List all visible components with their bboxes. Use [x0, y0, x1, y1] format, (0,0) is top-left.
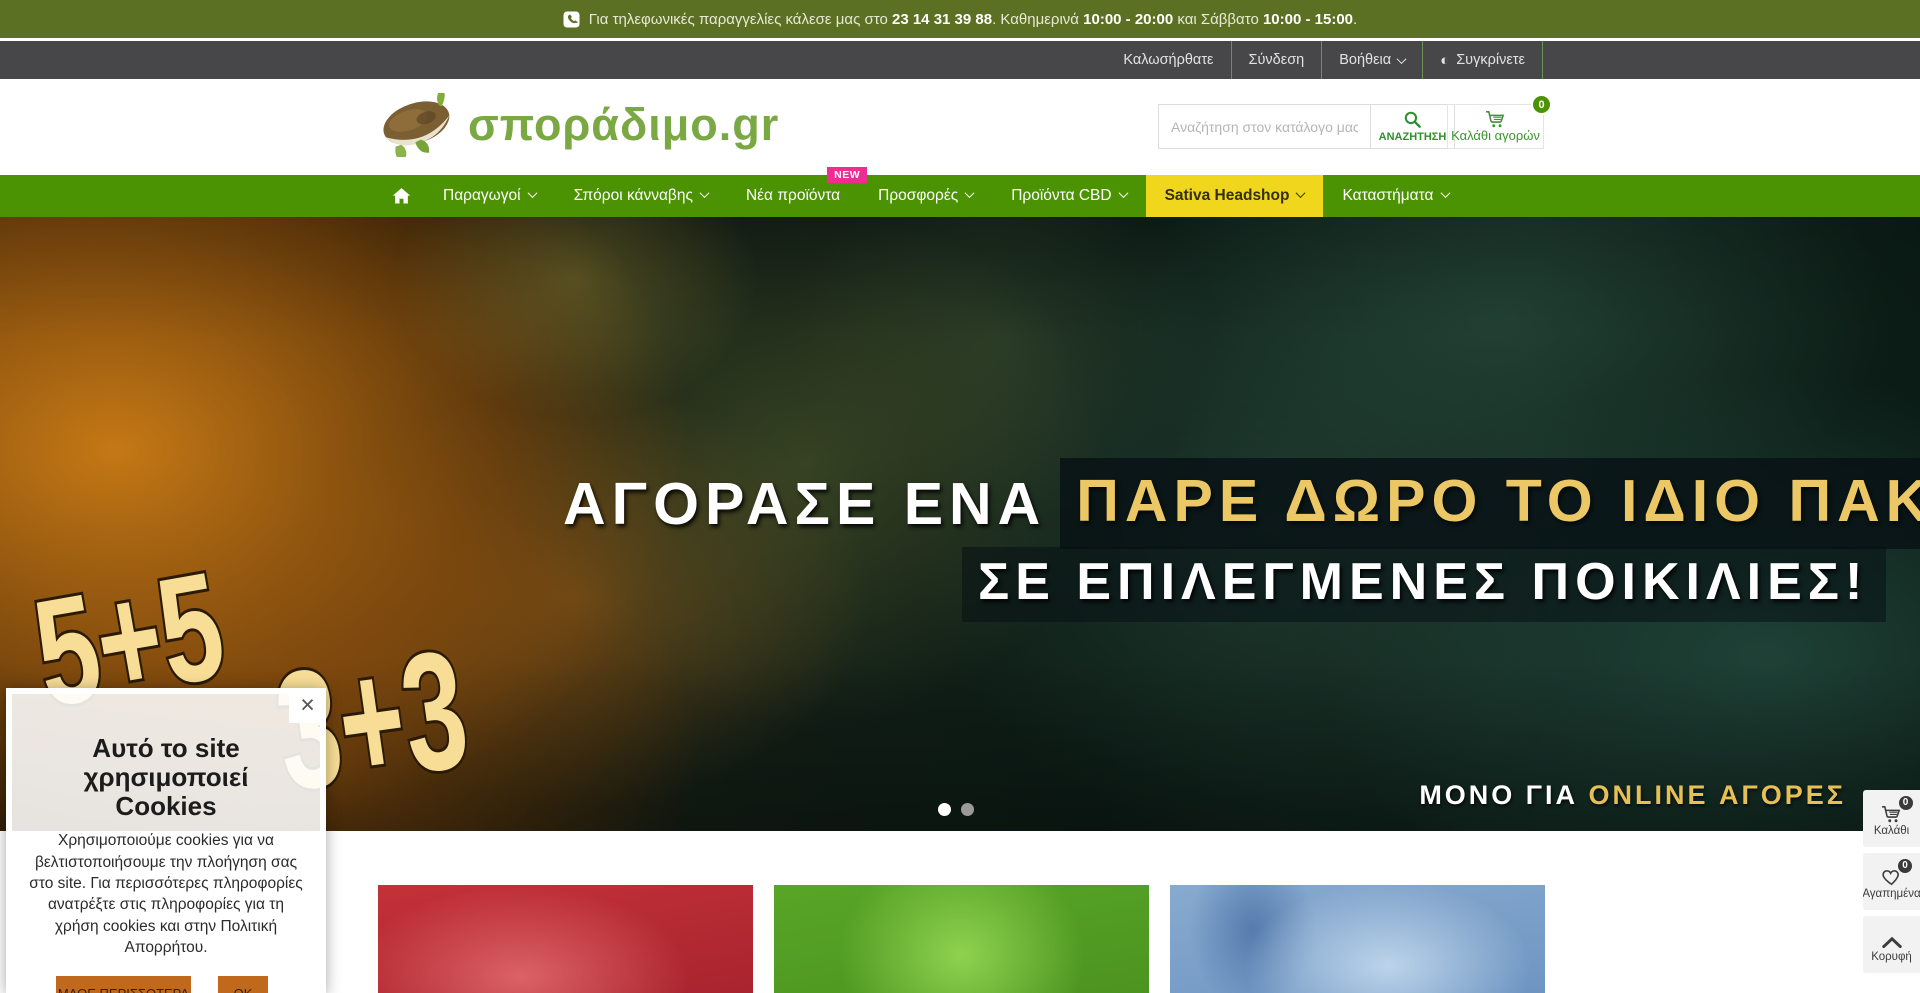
cart-count-badge: 0: [1531, 94, 1552, 115]
cart-icon: [1485, 110, 1507, 128]
phone-icon: [563, 11, 580, 28]
scroll-to-top-button[interactable]: Κορυφή: [1863, 916, 1920, 973]
chevron-down-icon: [1440, 188, 1450, 198]
carousel-dot-2[interactable]: [961, 803, 974, 816]
chevron-down-icon: [527, 188, 537, 198]
topbar-text: Για τηλεφωνικές παραγγελίες κάλεσε μας σ…: [589, 11, 1357, 28]
nav-item-cbd-products[interactable]: Προϊόντα CBD: [992, 175, 1145, 217]
nav-item-producers[interactable]: Παραγωγοί: [424, 175, 555, 217]
floating-wishlist-button[interactable]: 0 Αγαπημένα: [1863, 853, 1920, 910]
cookie-body: Χρησιμοποιούμε cookies για να βελτιστοπο…: [12, 830, 320, 958]
search-button[interactable]: ΑΝΑΖΗΤΗΣΗ: [1371, 104, 1455, 149]
nav-item-cannabis-seeds[interactable]: Σπόροι κάνναβης: [555, 175, 727, 217]
chevron-down-icon: [1397, 54, 1407, 64]
chevron-down-icon: [700, 188, 710, 198]
heart-icon: 0: [1881, 864, 1902, 886]
chevron-down-icon: [1118, 188, 1128, 198]
saturday-hours: 10:00 - 15:00: [1263, 11, 1353, 28]
floating-panel: 0 Καλάθι 0 Αγαπημένα Κορυφή: [1863, 790, 1920, 973]
cookie-buttons: ΜΑΘΕ ΠΕΡΙΣΣΟΤΕΡΑ ΟΚ: [56, 976, 320, 993]
floating-wishlist-label: Αγαπημένα: [1863, 888, 1920, 900]
hero-note: ΜΟΝΟ ΓΙΑ ONLINE ΑΓΟΡΕΣ: [1419, 780, 1846, 811]
welcome-link[interactable]: Καλωσήρθατε: [1106, 41, 1230, 79]
header: σποράδιμο.gr ΑΝΑΖΗΤΗΣΗ Καλάθι αγορών 0: [0, 79, 1920, 175]
phone-number: 23 14 31 39 88: [892, 11, 992, 28]
page: Για τηλεφωνικές παραγγελίες κάλεσε μας σ…: [0, 0, 1920, 993]
weekday-hours: 10:00 - 20:00: [1083, 11, 1173, 28]
cart-label: Καλάθι αγορών: [1451, 128, 1540, 143]
nav-item-offers[interactable]: Προσφορές: [859, 175, 992, 217]
scroll-top-label: Κορυφή: [1871, 951, 1912, 963]
hero-subheadline: ΣΕ ΕΠΙΛΕΓΜΕΝΕΣ ΠΟΙΚΙΛΙΕΣ!: [962, 547, 1886, 622]
cart-icon: 0: [1881, 801, 1903, 823]
seed-logo-icon: [376, 93, 458, 157]
category-tile-blue[interactable]: [1170, 885, 1545, 993]
cookie-popup: × Αυτό το site χρησιμοποιεί Cookies Χρησ…: [6, 688, 326, 993]
category-tile-green[interactable]: [774, 885, 1149, 993]
top-info-bar: Για τηλεφωνικές παραγγελίες κάλεσε μας σ…: [0, 0, 1920, 41]
carousel-dots: [938, 803, 974, 816]
learn-more-button[interactable]: ΜΑΘΕ ΠΕΡΙΣΣΟΤΕΡΑ: [56, 976, 191, 993]
cookie-title: Αυτό το site χρησιμοποιεί Cookies: [12, 734, 320, 821]
floating-cart-label: Καλάθι: [1874, 825, 1909, 837]
login-link[interactable]: Σύνδεση: [1231, 41, 1322, 79]
nav-home-button[interactable]: [378, 175, 424, 217]
compare-link[interactable]: ◐Συγκρίνετε: [1422, 41, 1543, 79]
floating-wishlist-count: 0: [1896, 857, 1914, 875]
carousel-dot-1[interactable]: [938, 803, 951, 816]
search-input[interactable]: [1158, 104, 1371, 149]
compare-icon: ◐: [1440, 53, 1449, 68]
nav-item-stores[interactable]: Καταστήματα: [1323, 175, 1467, 217]
nav-item-new-products[interactable]: Νέα προϊόνταNEW: [727, 175, 859, 217]
home-icon: [392, 187, 411, 205]
chevron-down-icon: [965, 188, 975, 198]
category-tile-red[interactable]: [378, 885, 753, 993]
hero-headline: ΑΓΟΡΑΣΕ ΕΝΑΠΑΡΕ ΔΩΡΟ ΤΟ ΙΔΙΟ ΠΑΚΕΤΟ: [563, 458, 1920, 549]
floating-cart-button[interactable]: 0 Καλάθι: [1863, 790, 1920, 847]
category-tiles: [378, 885, 1545, 993]
site-logo[interactable]: σποράδιμο.gr: [376, 93, 779, 157]
floating-cart-count: 0: [1897, 794, 1915, 812]
ok-button[interactable]: ΟΚ: [218, 976, 268, 993]
search-bar: ΑΝΑΖΗΤΗΣΗ: [1158, 104, 1455, 149]
help-menu[interactable]: Βοήθεια: [1321, 41, 1422, 79]
chevron-down-icon: [1296, 188, 1306, 198]
cart-button[interactable]: Καλάθι αγορών 0: [1447, 104, 1544, 149]
close-icon[interactable]: ×: [289, 688, 326, 723]
chevron-up-icon: [1881, 927, 1903, 949]
main-nav: Παραγωγοί Σπόροι κάνναβης Νέα προϊόνταNE…: [0, 175, 1920, 217]
logo-text: σποράδιμο.gr: [468, 99, 779, 151]
account-bar: Καλωσήρθατε Σύνδεση Βοήθεια ◐Συγκρίνετε: [0, 41, 1920, 79]
search-icon: [1403, 110, 1422, 129]
nav-item-sativa-headshop[interactable]: Sativa Headshop: [1146, 175, 1324, 217]
